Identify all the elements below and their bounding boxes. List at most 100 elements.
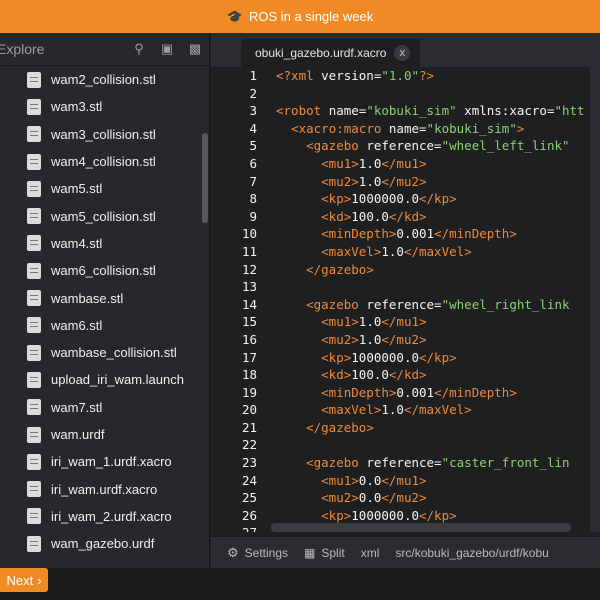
code-token: 100.0 <box>351 367 389 383</box>
code-token: <robot <box>276 103 329 119</box>
code-token: </gazebo> <box>306 419 374 435</box>
editor-horizontal-scrollbar[interactable] <box>271 523 571 532</box>
code-token: 0.0 <box>358 490 382 506</box>
code-line: 21 </gazebo> <box>211 419 600 437</box>
code-token: <gazebo <box>306 138 367 154</box>
file-item[interactable]: wam4.stl <box>0 230 209 257</box>
line-number: 13 <box>241 279 257 295</box>
line-content: <kp>1000000.0</kp> <box>276 190 456 208</box>
code-line: 13 <box>211 278 600 296</box>
file-icon <box>27 235 41 252</box>
file-icon <box>27 180 41 197</box>
line-number: 19 <box>241 384 257 400</box>
close-icon[interactable]: x <box>394 45 411 61</box>
line-content: <xacro:macro name="kobuki_sim"> <box>276 120 524 138</box>
line-number: 2 <box>249 85 257 101</box>
line-content: <mu2>1.0</mu2> <box>276 331 426 349</box>
next-label: Next <box>6 572 34 588</box>
file-item[interactable]: iri_wam_1.urdf.xacro <box>0 448 209 475</box>
line-number: 16 <box>241 331 257 347</box>
code-token: </kd> <box>388 208 427 224</box>
file-item[interactable]: wam_gazebo.urdf <box>0 530 209 557</box>
line-content: <minDepth>0.001</minDepth> <box>276 225 517 243</box>
line-number: 14 <box>241 296 257 312</box>
line-number: 27 <box>211 524 257 532</box>
editor-vertical-scrollbar[interactable] <box>590 67 600 532</box>
code-token: <kd> <box>321 367 352 383</box>
line-number: 10 <box>241 226 257 242</box>
code-token: </kp> <box>419 349 457 365</box>
line-number: 1 <box>249 68 257 83</box>
file-item[interactable]: wam.urdf <box>0 421 209 448</box>
code-token: <mu1> <box>321 472 359 488</box>
course-title-bar: 🎓 ROS in a single week <box>0 0 600 33</box>
code-line: 26 <kp>1000000.0</kp> <box>211 507 600 525</box>
tab-kobuki-gazebo-xacro[interactable]: obuki_gazebo.urdf.xacro x <box>241 39 421 67</box>
file-item[interactable]: upload_iri_wam.launch <box>0 366 209 393</box>
file-item[interactable]: wam5.stl <box>0 175 209 202</box>
chevron-right-icon: › <box>37 572 42 588</box>
file-item[interactable]: wambase.stl <box>0 284 209 311</box>
file-icon <box>27 399 41 416</box>
file-icon <box>27 98 41 115</box>
file-path: src/kobuki_gazebo/urdf/kobu <box>395 546 548 560</box>
trash-icon[interactable]: ▩ <box>187 41 203 57</box>
code-token: 0.0 <box>358 472 382 488</box>
language-mode[interactable]: xml <box>361 546 380 560</box>
code-token: </mu1> <box>381 472 427 488</box>
file-item[interactable]: wam7.stl <box>0 394 209 421</box>
search-icon[interactable]: ⚲ <box>131 41 147 57</box>
file-icon <box>27 344 41 361</box>
editor-tab-bar: obuki_gazebo.urdf.xacro x <box>211 33 600 67</box>
file-item[interactable]: iri_wam.urdf.xacro <box>0 475 209 502</box>
split-button[interactable]: ▦ Split <box>304 546 345 560</box>
line-number: 21 <box>241 419 257 435</box>
code-token: </maxVel> <box>403 402 472 418</box>
code-token: "1.0" <box>381 68 420 83</box>
file-item[interactable]: wambase_collision.stl <box>0 339 209 366</box>
file-item[interactable]: wam4_collision.stl <box>0 148 209 175</box>
file-item[interactable]: iri_wam_2.urdf.xacro <box>0 503 209 530</box>
code-token: <xacro:macro <box>291 120 389 136</box>
next-button[interactable]: Next › <box>0 568 48 592</box>
line-content: <gazebo reference="wheel_right_link <box>276 296 569 314</box>
code-token: 1.0 <box>381 243 404 259</box>
file-icon <box>27 71 41 88</box>
split-icon: ▦ <box>304 545 316 560</box>
code-line: 2 <box>211 85 600 103</box>
code-token: version= <box>321 68 382 83</box>
file-item[interactable]: wam5_collision.stl <box>0 202 209 229</box>
file-icon <box>27 508 41 525</box>
code-token: <minDepth> <box>321 384 397 400</box>
code-line: 7 <mu2>1.0</mu2> <box>211 173 600 191</box>
line-number: 15 <box>241 314 257 330</box>
code-token: </gazebo> <box>306 261 374 277</box>
sidebar-scrollbar[interactable] <box>202 133 208 223</box>
code-area[interactable]: 1 <?xml version="1.0"?> 2 3 <robot name="kob… <box>211 67 600 532</box>
line-number: 23 <box>241 455 257 471</box>
line-number: 3 <box>249 103 257 119</box>
file-name: wam3_collision.stl <box>51 126 156 142</box>
file-item[interactable]: wam6_collision.stl <box>0 257 209 284</box>
settings-button[interactable]: ⚙ Settings <box>227 545 288 561</box>
file-item[interactable]: wam6.stl <box>0 312 209 339</box>
code-token: "kobuki_sim" <box>366 103 457 119</box>
file-item[interactable]: wam3.stl <box>0 93 209 120</box>
package-icon[interactable]: ▣ <box>159 41 175 57</box>
settings-label: Settings <box>244 545 289 560</box>
line-content: <kd>100.0</kd> <box>276 208 427 226</box>
file-item[interactable]: wam2_collision.stl <box>0 66 209 93</box>
code-token: 1.0 <box>358 155 382 171</box>
code-token: 1000000.0 <box>351 191 419 207</box>
file-item[interactable]: wam3_collision.stl <box>0 121 209 148</box>
code-token: 1.0 <box>358 314 382 330</box>
file-name: wambase_collision.stl <box>51 345 177 361</box>
code-token: "caster_front_lin <box>441 455 570 471</box>
code-line: 22 <box>211 436 600 454</box>
